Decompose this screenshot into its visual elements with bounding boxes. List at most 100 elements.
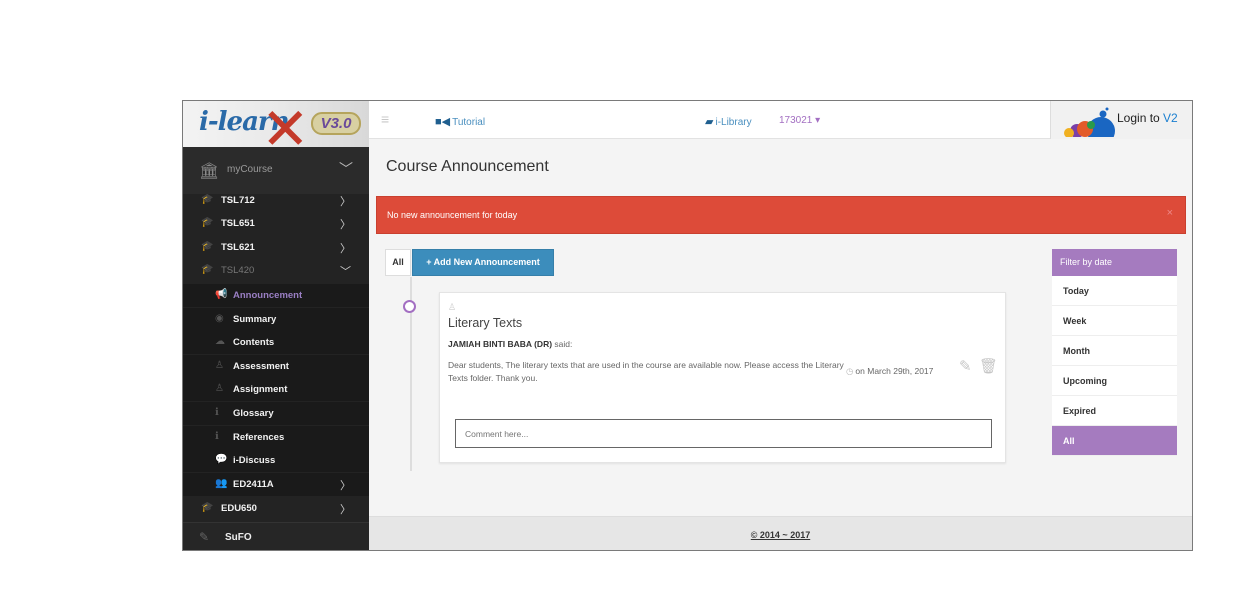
logo-x-mark: ✕ [261,101,310,147]
library-label: i-Library [715,117,752,128]
user-icon: ♙ [215,360,224,371]
user-icon: ♙ [448,302,457,312]
chevron-right-icon: 〉 [340,196,351,208]
users-icon: 👥 [215,478,228,489]
globe-icon: ◉ [215,313,224,324]
sidebar-item-assessment[interactable]: ♙ Assessment [183,355,369,378]
filter-option-upcoming[interactable]: Upcoming [1052,366,1177,396]
sidebar-item-tsl420[interactable]: 🎓 TSL420 ﹀ [183,259,369,282]
sidebar-item-label: TSL651 [221,218,255,229]
login-prefix: Login to [1117,111,1164,125]
sidebar-item-label: ED2411A [233,479,274,490]
alert-text: No new announcement for today [387,210,518,220]
sidebar-item-label: Contents [233,337,275,348]
sidebar-item-sufo[interactable]: ✎ SuFO [183,522,369,550]
sidebar-item-glossary[interactable]: ℹ Glossary [183,402,369,425]
said-text: said: [554,339,573,349]
close-icon[interactable]: × [1167,207,1173,219]
video-camera-icon: ■◀ [435,116,451,128]
timeline-dot [403,300,416,313]
user-menu[interactable]: 173021 ▾ [779,115,820,126]
cloud-icon: ☁ [215,336,225,347]
sidebar-item-label: Announcement [233,290,303,301]
sidebar-item-label: myCourse [227,164,273,175]
sidebar-item-label: Summary [233,314,277,325]
sidebar-item-edu650[interactable]: 🎓 EDU650 〉 [183,497,369,520]
announcement-author-line: JAMIAH BINTI BABA (DR) said: [448,339,572,349]
info-icon: ℹ [215,407,219,418]
book-icon: ▰ [705,116,714,128]
sidebar-item-tsl712[interactable]: 🎓 TSL712 〉 [183,189,369,212]
graduation-cap-icon: 🎓 [201,264,214,275]
chevron-down-icon: ﹀ [340,266,351,278]
version-badge: V3.0 [311,112,361,135]
filter-option-expired[interactable]: Expired [1052,396,1177,426]
sidebar-item-label: TSL621 [221,242,255,253]
sidebar-item-label: TSL712 [221,195,255,206]
announcement-date: ◷ on March 29th, 2017 [846,366,933,377]
chevron-right-icon: 〉 [340,480,351,492]
sidebar-item-assignment[interactable]: ♙ Assignment [183,378,369,401]
login-v2-button[interactable]: Login to V2 [1050,101,1192,139]
filter-option-today[interactable]: Today [1052,276,1177,306]
tab-all[interactable]: All [385,249,411,276]
graduation-cap-icon: 🎓 [201,241,214,252]
filter-option-month[interactable]: Month [1052,336,1177,366]
library-link[interactable]: ▰ i-Library [705,115,752,128]
login-graphic-icon [1064,107,1115,137]
login-version: V2 [1163,111,1178,125]
announcement-card: ♙ Literary Texts JAMIAH BINTI BABA (DR) … [439,292,1006,463]
sidebar-item-label: Glossary [233,408,274,419]
sidebar-item-mycourse[interactable]: 🏛 myCourse ﹀ [183,147,369,194]
clock-icon: ◷ [846,366,854,376]
sidebar-item-label: SuFO [225,532,252,543]
bullhorn-icon: 📢 [215,289,228,300]
bank-icon: 🏛 [199,163,220,180]
app-window: i-learn ✕ V3.0 🏛 myCourse ﹀ 🎓 TSL712 〉 🎓… [182,100,1193,551]
sidebar-item-label: EDU650 [221,503,257,514]
sidebar-item-announcement[interactable]: 📢 Announcement [183,284,369,307]
chevron-right-icon: 〉 [340,243,351,255]
sidebar-item-tsl651[interactable]: 🎓 TSL651 〉 [183,212,369,235]
sidebar-item-summary[interactable]: ◉ Summary [183,308,369,331]
sidebar-item-label: TSL420 [221,265,255,276]
footer-copyright-link[interactable]: © 2014 ~ 2017 [369,530,1192,540]
date-text: on March 29th, 2017 [855,366,934,376]
tutorial-label: Tutorial [452,117,486,128]
trash-icon[interactable]: 🗑 [979,357,998,375]
announcement-body: Dear students, The literary texts that a… [448,360,844,383]
login-label: Login to V2 [1117,111,1178,125]
top-navbar: ≡ ■◀ Tutorial ▰ i-Library 173021 ▾ Login t… [369,101,1192,139]
sidebar-item-label: References [233,432,285,443]
edit-pencil-icon[interactable]: ✎ [959,357,972,375]
sidebar-item-label: Assignment [233,384,288,395]
filter-header: Filter by date [1052,249,1177,276]
sidebar-item-contents[interactable]: ☁ Contents [183,331,369,354]
hamburger-menu-icon[interactable]: ≡ [381,111,389,127]
filter-option-week[interactable]: Week [1052,306,1177,336]
alert-banner: No new announcement for today × [376,196,1186,234]
logo[interactable]: i-learn ✕ V3.0 [183,101,369,147]
graduation-cap-icon: 🎓 [201,502,214,513]
chevron-right-icon: 〉 [340,219,351,231]
user-id: 173021 [779,115,813,126]
tutorial-link[interactable]: ■◀ Tutorial [435,115,485,128]
sidebar-item-idiscuss[interactable]: 💬 i-Discuss [183,449,369,472]
add-announcement-button[interactable]: + Add New Announcement [412,249,554,276]
sidebar-item-references[interactable]: ℹ References [183,426,369,449]
sidebar-item-label: Assessment [233,361,289,372]
filter-option-all[interactable]: All [1052,426,1177,456]
graduation-cap-icon: 🎓 [201,217,214,228]
pencil-icon: ✎ [199,530,210,544]
info-icon: ℹ [215,431,219,442]
comment-input[interactable] [455,419,992,448]
chat-icon: 💬 [215,454,228,465]
sidebar-item-ed2411a[interactable]: 👥 ED2411A 〉 [183,473,369,496]
graduation-cap-icon: 🎓 [201,194,214,205]
announcement-author: JAMIAH BINTI BABA (DR) [448,339,553,349]
chevron-right-icon: 〉 [340,504,351,516]
page-title: Course Announcement [386,158,549,175]
filter-by-date-panel: Filter by date Today Week Month Upcoming… [1052,249,1177,456]
sidebar: i-learn ✕ V3.0 🏛 myCourse ﹀ 🎓 TSL712 〉 🎓… [183,101,369,550]
sidebar-item-tsl621[interactable]: 🎓 TSL621 〉 [183,236,369,259]
